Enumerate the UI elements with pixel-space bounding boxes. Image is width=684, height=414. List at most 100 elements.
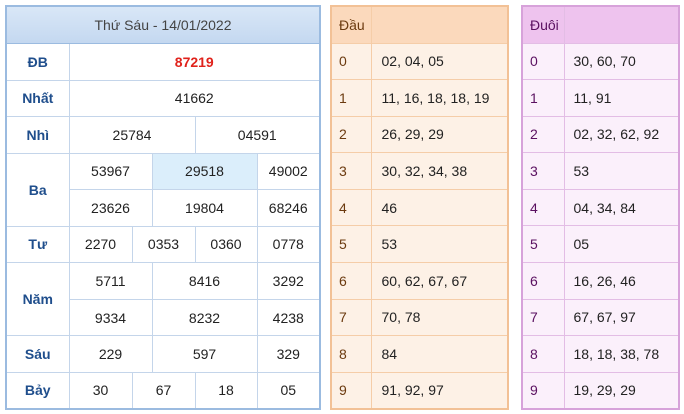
tail-numbers: 53 xyxy=(563,152,680,190)
prize-value-third: 49002 xyxy=(256,152,321,191)
tail-digit: 2 xyxy=(521,115,565,154)
head-numbers: 26, 29, 29 xyxy=(370,115,509,154)
tail-digit: 8 xyxy=(521,335,565,373)
head-row: 8 84 xyxy=(330,335,509,373)
head-numbers: 84 xyxy=(370,335,509,373)
head-numbers: 02, 04, 05 xyxy=(370,42,509,81)
tail-header: Đuôi xyxy=(521,5,565,44)
head-row: 2 26, 29, 29 xyxy=(330,115,509,154)
head-row: 1 11, 16, 18, 18, 19 xyxy=(330,79,509,117)
prize-value-fourth: 0360 xyxy=(194,225,258,264)
results-title: Thứ Sáu - 14/01/2022 xyxy=(5,5,321,45)
tail-row: 2 02, 32, 62, 92 xyxy=(521,115,680,154)
prize-value-sixth: 229 xyxy=(68,335,153,373)
prize-label-sixth: Sáu xyxy=(5,335,70,373)
prize-value-seventh: 05 xyxy=(256,371,321,410)
prize-value-special: 87219 xyxy=(68,43,321,81)
prize-value-fifth: 4238 xyxy=(256,298,321,337)
head-row: 5 53 xyxy=(330,225,509,264)
prize-value-fifth: 3292 xyxy=(256,262,321,300)
head-numbers: 30, 32, 34, 38 xyxy=(370,152,509,190)
head-digit: 8 xyxy=(330,335,372,373)
tail-numbers: 16, 26, 46 xyxy=(563,262,680,300)
head-header-blank xyxy=(370,5,509,44)
lottery-results-table: Thứ Sáu - 14/01/2022 ĐB 87219 Nhất 41662… xyxy=(5,5,322,410)
tail-digit: 7 xyxy=(521,298,565,337)
tail-row: 8 18, 18, 38, 78 xyxy=(521,335,680,373)
tail-numbers: 04, 34, 84 xyxy=(563,188,680,227)
tail-numbers: 11, 91 xyxy=(563,79,680,117)
prize-value-seventh: 18 xyxy=(194,371,258,410)
head-row: 9 91, 92, 97 xyxy=(330,371,509,410)
tail-numbers: 02, 32, 62, 92 xyxy=(563,115,680,154)
tail-row: 6 16, 26, 46 xyxy=(521,262,680,300)
tail-digit: 5 xyxy=(521,225,565,264)
prize-value-third: 68246 xyxy=(256,189,321,227)
tail-digit: 3 xyxy=(521,152,565,190)
prize-value-first: 41662 xyxy=(68,79,321,118)
head-numbers: 60, 62, 67, 67 xyxy=(370,262,509,300)
prize-label-fourth: Tư xyxy=(5,225,70,264)
prize-value-fourth: 0353 xyxy=(131,225,196,264)
prize-value-third: 19804 xyxy=(151,189,258,227)
prize-value-third: 53967 xyxy=(68,152,153,191)
prize-label-third: Ba xyxy=(5,152,70,227)
head-digit: 4 xyxy=(330,188,372,227)
head-digit: 9 xyxy=(330,371,372,410)
prize-value-third: 23626 xyxy=(68,189,153,227)
head-row: 0 02, 04, 05 xyxy=(330,42,509,81)
prize-label-first: Nhất xyxy=(5,79,70,118)
head-digit: 3 xyxy=(330,152,372,190)
head-digit: 2 xyxy=(330,115,372,154)
head-row: 6 60, 62, 67, 67 xyxy=(330,262,509,300)
tail-digit-table: Đuôi 0 30, 60, 70 1 11, 91 2 02, 32, 62, 92 3 5… xyxy=(521,5,680,410)
prize-label-second: Nhì xyxy=(5,116,70,154)
prize-value-second: 25784 xyxy=(68,116,196,154)
prize-value-seventh: 67 xyxy=(131,371,196,410)
prize-value-fourth: 2270 xyxy=(68,225,133,264)
tail-numbers: 19, 29, 29 xyxy=(563,371,680,410)
tail-row: 3 53 xyxy=(521,152,680,190)
prize-value-third-highlighted: 29518 xyxy=(151,152,258,191)
head-header: Đầu xyxy=(330,5,372,44)
prize-label-special: ĐB xyxy=(5,43,70,81)
head-digit: 1 xyxy=(330,79,372,117)
head-digit: 6 xyxy=(330,262,372,300)
tail-numbers: 67, 67, 97 xyxy=(563,298,680,337)
tail-numbers: 05 xyxy=(563,225,680,264)
head-digit-table: Đầu 0 02, 04, 05 1 11, 16, 18, 18, 19 2 26, 2… xyxy=(330,5,509,410)
tail-digit: 0 xyxy=(521,42,565,81)
tail-row: 5 05 xyxy=(521,225,680,264)
tail-digit: 6 xyxy=(521,262,565,300)
head-numbers: 46 xyxy=(370,188,509,227)
prize-value-fifth: 5711 xyxy=(68,262,153,300)
tail-row: 4 04, 34, 84 xyxy=(521,188,680,227)
head-numbers: 53 xyxy=(370,225,509,264)
tail-row: 1 11, 91 xyxy=(521,79,680,117)
tail-digit: 4 xyxy=(521,188,565,227)
tail-rows: 0 30, 60, 70 1 11, 91 2 02, 32, 62, 92 3 53 4 04,… xyxy=(521,42,680,410)
prize-value-second: 04591 xyxy=(194,116,321,154)
prize-value-sixth: 597 xyxy=(151,335,258,373)
prize-label-seventh: Bảy xyxy=(5,371,70,410)
prize-value-fourth: 0778 xyxy=(256,225,321,264)
head-row: 3 30, 32, 34, 38 xyxy=(330,152,509,190)
head-digit: 7 xyxy=(330,298,372,337)
prize-value-fifth: 8232 xyxy=(151,298,258,337)
tail-row: 0 30, 60, 70 xyxy=(521,42,680,81)
prize-value-fifth: 9334 xyxy=(68,298,153,337)
head-numbers: 70, 78 xyxy=(370,298,509,337)
head-numbers: 11, 16, 18, 18, 19 xyxy=(370,79,509,117)
tail-row: 7 67, 67, 97 xyxy=(521,298,680,337)
prize-label-fifth: Năm xyxy=(5,262,70,337)
prize-value-sixth: 329 xyxy=(256,335,321,373)
head-numbers: 91, 92, 97 xyxy=(370,371,509,410)
tail-header-blank xyxy=(563,5,680,44)
head-digit: 0 xyxy=(330,42,372,81)
tail-numbers: 30, 60, 70 xyxy=(563,42,680,81)
prize-value-fifth: 8416 xyxy=(151,262,258,300)
head-digit: 5 xyxy=(330,225,372,264)
tail-row: 9 19, 29, 29 xyxy=(521,371,680,410)
tail-digit: 9 xyxy=(521,371,565,410)
head-row: 4 46 xyxy=(330,188,509,227)
